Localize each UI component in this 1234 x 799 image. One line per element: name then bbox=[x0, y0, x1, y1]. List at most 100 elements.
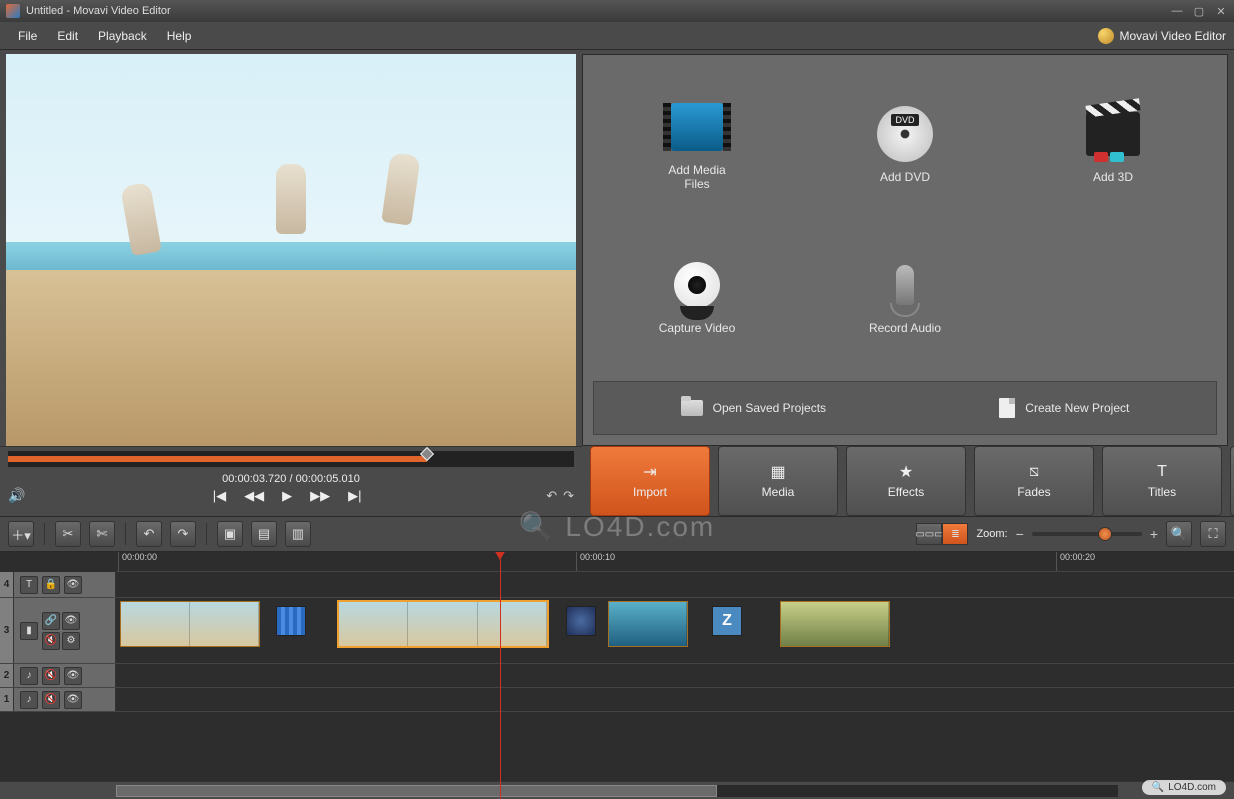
track-settings-icon[interactable]: ⚙ bbox=[62, 632, 80, 650]
playback-controls: 00:00:03.720 / 00:00:05.010 🔊 |◀ ◀◀ ▶ ▶▶… bbox=[0, 446, 582, 516]
play-button[interactable]: ▶ bbox=[282, 488, 292, 504]
title-track-icon[interactable]: T bbox=[20, 576, 38, 594]
track-visible-icon-3[interactable]: 👁 bbox=[62, 612, 80, 630]
track-2-audio: 2 ♪ 🔇 👁 bbox=[0, 664, 1234, 688]
clapper-icon bbox=[1086, 112, 1140, 156]
maximize-button[interactable]: ▢ bbox=[1192, 4, 1206, 18]
volume-button[interactable]: 🔊 bbox=[8, 487, 28, 504]
transition-3[interactable]: Z bbox=[712, 606, 742, 636]
import-icon: ⇥ bbox=[643, 463, 656, 481]
capture-video-button[interactable]: Capture Video bbox=[593, 220, 801, 371]
video-preview[interactable] bbox=[6, 54, 576, 446]
clip-2-selected[interactable]: Summer.mp4 (0:00:05) bbox=[338, 601, 548, 647]
document-icon bbox=[999, 398, 1015, 418]
clip-1[interactable]: 1.mp4 (0:00:03) bbox=[120, 601, 260, 647]
track-lock-icon[interactable]: 🔒 bbox=[42, 576, 60, 594]
menu-edit[interactable]: Edit bbox=[47, 29, 88, 43]
track-visible-icon[interactable]: 👁 bbox=[64, 576, 82, 594]
track-4: 4 T 🔒 👁 bbox=[0, 572, 1234, 598]
main-tabs: ⇥ Import ▦ Media ★ Effects ⧅ Fades T T bbox=[582, 446, 1234, 516]
record-audio-button[interactable]: Record Audio bbox=[801, 220, 1009, 371]
step-back-button[interactable]: ◀◀ bbox=[244, 488, 264, 504]
scrollbar-thumb[interactable] bbox=[116, 785, 717, 797]
clip-4[interactable]: Water.jpg (0:00:03) bbox=[780, 601, 890, 647]
step-forward-button[interactable]: ▶▶ bbox=[310, 488, 330, 504]
folder-icon bbox=[681, 400, 703, 416]
film-icon bbox=[671, 103, 723, 151]
playback-seek-bar[interactable] bbox=[8, 451, 574, 467]
audio-track-icon[interactable]: ♪ bbox=[20, 667, 38, 685]
track-visible-icon-1[interactable]: 👁 bbox=[64, 691, 82, 709]
go-end-button[interactable]: ▶| bbox=[348, 488, 361, 504]
track-mute-icon-1[interactable]: 🔇 bbox=[42, 691, 60, 709]
menubar: File Edit Playback Help Movavi Video Edi… bbox=[0, 22, 1234, 50]
watermark-badge: 🔍 LO4D.com bbox=[1142, 780, 1226, 795]
menu-file[interactable]: File bbox=[8, 29, 47, 43]
timeline-scrollbar[interactable] bbox=[0, 781, 1234, 799]
clip-settings-button[interactable]: ▥ bbox=[285, 521, 311, 547]
add-media-files-button[interactable]: Add Media Files bbox=[593, 69, 801, 220]
track-mute-icon-2[interactable]: 🔇 bbox=[42, 667, 60, 685]
timeline: 00:00:00 00:00:10 00:00:20 4 T 🔒 👁 3 ▮ bbox=[0, 552, 1234, 799]
fit-zoom-button[interactable]: 🔍 bbox=[1166, 521, 1192, 547]
zoom-slider[interactable] bbox=[1032, 532, 1142, 536]
track-1-audio: 1 ♪ 🔇 👁 bbox=[0, 688, 1234, 712]
dvd-icon: DVD bbox=[877, 106, 933, 162]
undo-button-2[interactable]: ↶ bbox=[136, 521, 162, 547]
add-track-button[interactable]: ＋▾ bbox=[8, 521, 34, 547]
tab-effects[interactable]: ★ Effects bbox=[846, 446, 966, 516]
zoom-knob[interactable] bbox=[1098, 527, 1112, 541]
titlebar: Untitled - Movavi Video Editor — ▢ ✕ bbox=[0, 0, 1234, 22]
create-new-project-button[interactable]: Create New Project bbox=[999, 398, 1129, 418]
zoom-out-button[interactable]: − bbox=[1016, 526, 1024, 542]
undo-button[interactable]: ↶ bbox=[546, 488, 557, 504]
tab-media[interactable]: ▦ Media bbox=[718, 446, 838, 516]
track-mute-icon[interactable]: 🔇 bbox=[42, 632, 60, 650]
crop-button[interactable]: ▣ bbox=[217, 521, 243, 547]
zoom-label: Zoom: bbox=[976, 528, 1007, 540]
timeline-playhead[interactable] bbox=[500, 552, 501, 799]
storyboard-view-button[interactable]: ▭▭▭ bbox=[916, 523, 942, 545]
minimize-button[interactable]: — bbox=[1170, 4, 1184, 18]
menu-playback[interactable]: Playback bbox=[88, 29, 157, 43]
effects-icon: ★ bbox=[899, 463, 913, 481]
tab-save-movie[interactable]: ⇪ Save Movie bbox=[1230, 446, 1234, 516]
add-3d-button[interactable]: Add 3D bbox=[1009, 69, 1217, 220]
fullscreen-button[interactable]: ⛶ bbox=[1200, 521, 1226, 547]
tab-import[interactable]: ⇥ Import bbox=[590, 446, 710, 516]
track-visible-icon-2[interactable]: 👁 bbox=[64, 667, 82, 685]
tab-fades[interactable]: ⧅ Fades bbox=[974, 446, 1094, 516]
timeline-view-button[interactable]: ≣ bbox=[942, 523, 968, 545]
transition-1[interactable] bbox=[276, 606, 306, 636]
timeline-view-toggle: ▭▭▭ ≣ bbox=[916, 523, 968, 545]
titles-icon: T bbox=[1157, 463, 1167, 481]
redo-button-2[interactable]: ↷ bbox=[170, 521, 196, 547]
timeline-ruler[interactable]: 00:00:00 00:00:10 00:00:20 bbox=[116, 552, 1234, 572]
add-dvd-button[interactable]: DVD Add DVD bbox=[801, 69, 1009, 220]
cut-button[interactable]: ✂ bbox=[55, 521, 81, 547]
track-3-video: 3 ▮ 🔗 👁 🔇 ⚙ bbox=[0, 598, 1234, 664]
timeline-toolbar: ＋▾ ✂ ✄ ↶ ↷ ▣ ▤ ▥ ▭▭▭ ≣ Zoom: − + 🔍 ⛶ bbox=[0, 516, 1234, 552]
track-link-icon[interactable]: 🔗 bbox=[42, 612, 60, 630]
properties-button[interactable]: ▤ bbox=[251, 521, 277, 547]
video-track-icon[interactable]: ▮ bbox=[20, 622, 38, 640]
open-saved-projects-button[interactable]: Open Saved Projects bbox=[681, 400, 826, 416]
brand-icon bbox=[1098, 28, 1114, 44]
media-icon: ▦ bbox=[770, 463, 785, 481]
fades-icon: ⧅ bbox=[1029, 463, 1039, 481]
menu-help[interactable]: Help bbox=[157, 29, 202, 43]
tab-titles[interactable]: T Titles bbox=[1102, 446, 1222, 516]
import-panel: Add Media Files DVD Add DVD Add 3D Captu… bbox=[582, 54, 1228, 446]
zoom-in-button[interactable]: + bbox=[1150, 526, 1158, 542]
window-title: Untitled - Movavi Video Editor bbox=[26, 5, 1162, 17]
microphone-icon bbox=[896, 265, 914, 305]
close-button[interactable]: ✕ bbox=[1214, 4, 1228, 18]
redo-button[interactable]: ↷ bbox=[563, 488, 574, 504]
brand-label[interactable]: Movavi Video Editor bbox=[1120, 29, 1227, 43]
transition-2[interactable] bbox=[566, 606, 596, 636]
webcam-icon bbox=[674, 262, 720, 308]
audio-track-icon-1[interactable]: ♪ bbox=[20, 691, 38, 709]
clip-3[interactable]: Swimming.jpg (0:... bbox=[608, 601, 688, 647]
go-start-button[interactable]: |◀ bbox=[213, 488, 226, 504]
split-button[interactable]: ✄ bbox=[89, 521, 115, 547]
